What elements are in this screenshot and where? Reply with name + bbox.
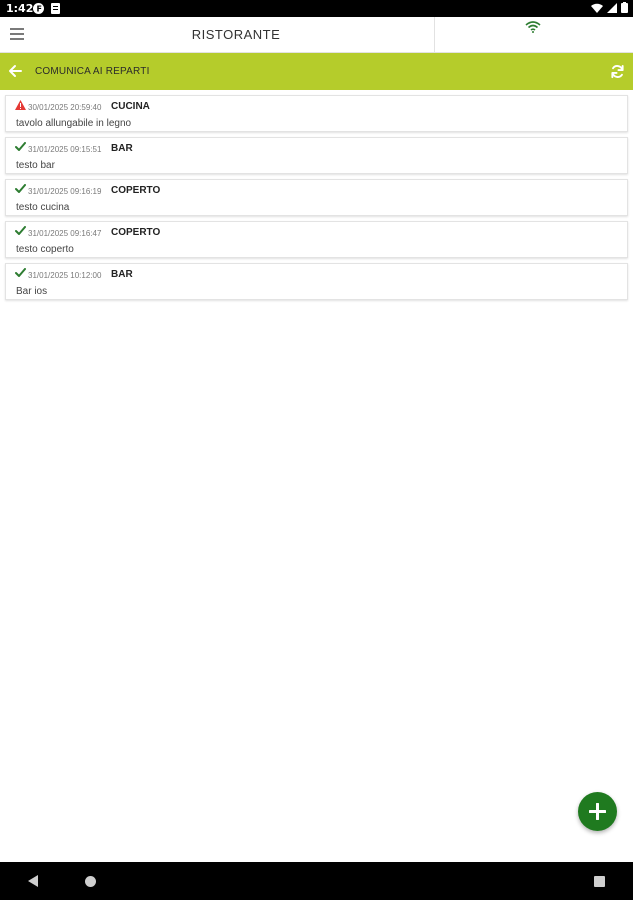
- check-icon: [15, 184, 26, 193]
- refresh-icon[interactable]: [610, 64, 625, 79]
- nav-back-icon[interactable]: [28, 875, 39, 887]
- nav-home-icon[interactable]: [85, 876, 96, 887]
- wifi-status-icon: [591, 3, 603, 13]
- status-time: 1:42: [6, 2, 34, 15]
- signal-icon: [607, 2, 617, 13]
- message-timestamp: 31/01/2025 09:16:19: [28, 187, 102, 196]
- add-message-button[interactable]: [578, 792, 617, 831]
- message-text: testo cucina: [16, 202, 70, 213]
- message-text: tavolo allungabile in legno: [16, 118, 132, 129]
- page-title: RISTORANTE: [191, 27, 281, 42]
- message-text: testo bar: [16, 160, 55, 171]
- warning-icon: [15, 100, 26, 110]
- svg-text:F: F: [37, 5, 42, 14]
- message-item[interactable]: 31/01/2025 09:16:47 COPERTO testo copert…: [5, 221, 628, 258]
- message-item[interactable]: 31/01/2025 09:15:51 BAR testo bar: [5, 137, 628, 174]
- message-department: COPERTO: [111, 185, 161, 196]
- nav-recents-icon[interactable]: [594, 876, 605, 887]
- connection-wifi-icon: [525, 21, 541, 33]
- message-item[interactable]: 30/01/2025 20:59:40 CUCINA tavolo allung…: [5, 95, 628, 132]
- message-timestamp: 31/01/2025 10:12:00: [28, 271, 102, 280]
- message-timestamp: 31/01/2025 09:15:51: [28, 145, 102, 154]
- app-f-icon: F: [33, 3, 44, 14]
- message-text: testo coperto: [16, 244, 74, 255]
- arrow-left-icon[interactable]: [8, 64, 22, 78]
- app-header: RISTORANTE: [0, 17, 633, 53]
- battery-icon: [621, 2, 628, 13]
- message-item[interactable]: 31/01/2025 09:16:19 COPERTO testo cucina: [5, 179, 628, 216]
- header-divider: [434, 17, 435, 53]
- message-department: COPERTO: [111, 227, 161, 238]
- message-department: BAR: [111, 143, 133, 154]
- message-timestamp: 31/01/2025 09:16:47: [28, 229, 102, 238]
- screen: 1:42 F RISTORANTE COMUNICA AI REPARTI 30…: [0, 0, 633, 900]
- section-title: COMUNICA AI REPARTI: [35, 66, 150, 77]
- message-department: BAR: [111, 269, 133, 280]
- status-right: [591, 2, 628, 13]
- app-notes-icon: [51, 3, 60, 14]
- check-icon: [15, 268, 26, 277]
- check-icon: [15, 226, 26, 235]
- message-text: Bar ios: [16, 286, 48, 297]
- section-bar: COMUNICA AI REPARTI: [0, 53, 633, 90]
- message-item[interactable]: 31/01/2025 10:12:00 BAR Bar ios: [5, 263, 628, 300]
- plus-icon: [589, 803, 606, 820]
- system-nav-bar: [0, 862, 633, 900]
- message-timestamp: 30/01/2025 20:59:40: [28, 103, 102, 112]
- message-department: CUCINA: [111, 101, 150, 112]
- message-list: 30/01/2025 20:59:40 CUCINA tavolo allung…: [5, 95, 628, 305]
- status-bar: 1:42 F: [0, 0, 633, 17]
- check-icon: [15, 142, 26, 151]
